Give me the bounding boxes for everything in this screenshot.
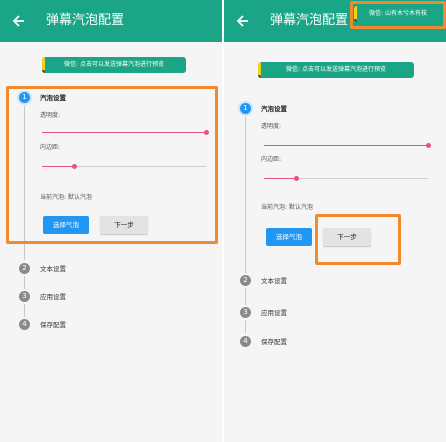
padding-slider-fill: [42, 166, 75, 167]
step-2-circle[interactable]: 2: [19, 263, 30, 274]
step-1-title[interactable]: 汽泡设置: [261, 104, 287, 114]
step-connector: [24, 276, 25, 289]
select-bubble-button[interactable]: 选择气泡: [266, 228, 312, 246]
step-3-circle[interactable]: 3: [240, 307, 251, 318]
padding-label: 内边距:: [40, 144, 61, 151]
wechat-toast: 微信: 山有木兮木有枝: [354, 6, 442, 22]
step-connector: [245, 117, 246, 273]
next-step-button[interactable]: 下一步: [100, 216, 148, 234]
step-4-circle[interactable]: 4: [240, 336, 251, 347]
padding-slider[interactable]: [42, 164, 206, 169]
step-4-circle[interactable]: 4: [19, 319, 30, 330]
opacity-slider[interactable]: [264, 143, 431, 148]
step-4-title[interactable]: 保存配置: [40, 320, 66, 330]
wechat-toast-text: 微信: 山有木兮木有枝: [369, 10, 427, 17]
opacity-slider-thumb[interactable]: [203, 130, 209, 135]
next-step-button[interactable]: 下一步: [323, 228, 371, 246]
step-2-title[interactable]: 文本设置: [261, 276, 287, 286]
preview-tip-banner[interactable]: 微信: 点击可以发送弹幕汽泡进行预览: [42, 57, 186, 73]
padding-slider[interactable]: [264, 176, 428, 181]
step-connector: [245, 288, 246, 305]
step-connector: [24, 304, 25, 317]
step-1-title[interactable]: 汽泡设置: [40, 93, 66, 103]
padding-slider-fill: [264, 178, 297, 179]
preview-tip-banner[interactable]: 微信: 点击可以发送弹幕汽泡进行预览: [258, 62, 414, 78]
preview-tip-text: 微信: 点击可以发送弹幕汽泡进行预览: [286, 66, 386, 73]
opacity-slider[interactable]: [42, 130, 209, 135]
padding-slider-thumb[interactable]: [72, 164, 78, 169]
step-connector: [24, 106, 25, 260]
screen-left: 弹幕汽泡配置 微信: 点击可以发送弹幕汽泡进行预览 1 汽泡设置 透明度: 内边…: [0, 0, 222, 442]
step-3-title[interactable]: 应用设置: [40, 292, 66, 302]
opacity-label: 透明度:: [261, 123, 282, 130]
step-4-title[interactable]: 保存配置: [261, 337, 287, 347]
toast-dot: [354, 19, 357, 22]
step-connector: [245, 320, 246, 333]
app-bar: 弹幕汽泡配置: [0, 0, 222, 42]
screen-right: 弹幕汽泡配置 微信: 山有木兮木有枝 微信: 点击可以发送弹幕汽泡进行预览 1 …: [224, 0, 446, 442]
step-2-circle[interactable]: 2: [240, 275, 251, 286]
step-1-circle[interactable]: 1: [240, 103, 251, 114]
opacity-slider-fill: [42, 132, 206, 133]
tip-dot: [258, 75, 261, 78]
step-3-circle[interactable]: 3: [19, 291, 30, 302]
opacity-label: 透明度:: [40, 112, 61, 119]
preview-tip-text: 微信: 点击可以发送弹幕汽泡进行预览: [64, 61, 164, 68]
current-bubble-text: 当前汽泡: 默认汽泡: [261, 204, 313, 211]
opacity-slider-fill: [264, 145, 428, 146]
step-1-circle[interactable]: 1: [19, 92, 30, 103]
step-3-title[interactable]: 应用设置: [261, 308, 287, 318]
back-arrow-icon[interactable]: [12, 12, 26, 30]
padding-slider-thumb[interactable]: [294, 176, 300, 181]
page-title: 弹幕汽泡配置: [46, 13, 125, 28]
back-arrow-icon[interactable]: [236, 12, 250, 30]
current-bubble-text: 当前汽泡: 默认汽泡: [40, 194, 92, 201]
step-2-title[interactable]: 文本设置: [40, 264, 66, 274]
select-bubble-button[interactable]: 选择气泡: [43, 216, 89, 234]
tip-dot: [42, 70, 45, 73]
opacity-slider-thumb[interactable]: [425, 143, 431, 148]
padding-label: 内边距:: [261, 156, 282, 163]
page-title: 弹幕汽泡配置: [270, 13, 349, 28]
